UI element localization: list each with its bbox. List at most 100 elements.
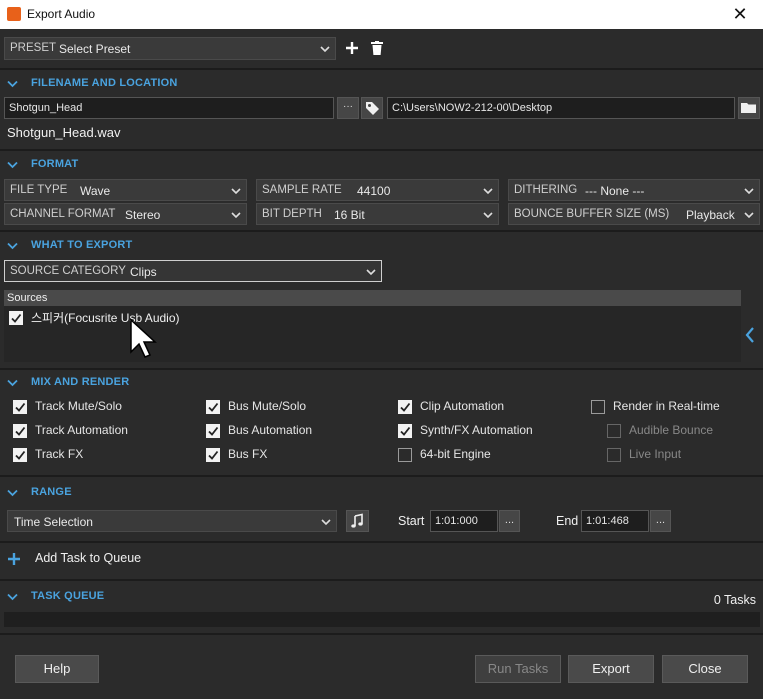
start-more-button[interactable]: ... bbox=[499, 510, 520, 532]
divider bbox=[0, 475, 763, 477]
mix-option-checkbox[interactable] bbox=[13, 424, 27, 438]
divider bbox=[0, 230, 763, 232]
file-type-value: Wave bbox=[80, 184, 111, 198]
section-title: MIX AND RENDER bbox=[31, 376, 130, 388]
range-mode-dropdown[interactable]: Time Selection bbox=[7, 510, 337, 532]
bounce-buffer-value: Playback bbox=[686, 208, 735, 222]
sample-rate-label: SAMPLE RATE bbox=[262, 184, 342, 196]
source-checkbox[interactable] bbox=[9, 311, 23, 325]
section-title: WHAT TO EXPORT bbox=[31, 239, 133, 251]
sample-rate-value: 44100 bbox=[357, 184, 391, 198]
plus-icon bbox=[8, 553, 20, 565]
source-category-label: SOURCE CATEGORY bbox=[10, 265, 126, 277]
file-type-label: FILE TYPE bbox=[10, 184, 68, 196]
section-what-to-export-header[interactable]: WHAT TO EXPORT bbox=[0, 235, 763, 257]
check-icon bbox=[15, 450, 26, 460]
window-close-button[interactable]: ✕ bbox=[717, 0, 763, 29]
source-category-value: Clips bbox=[130, 265, 157, 279]
end-time-input[interactable]: 1:01:468 bbox=[581, 510, 649, 532]
mix-option-checkbox[interactable] bbox=[398, 448, 412, 462]
chevron-down-icon bbox=[483, 188, 493, 195]
sample-rate-dropdown[interactable]: SAMPLE RATE 44100 bbox=[256, 179, 499, 201]
mix-option-checkbox[interactable] bbox=[13, 400, 27, 414]
divider bbox=[0, 633, 763, 635]
preset-label: PRESET bbox=[10, 42, 57, 54]
export-dialog: PRESET Select Preset FILENAME AND LOCATI… bbox=[0, 29, 763, 699]
filename-more-button[interactable]: ··· bbox=[337, 97, 359, 119]
divider bbox=[0, 541, 763, 543]
chevron-down-icon bbox=[7, 379, 18, 387]
source-category-dropdown[interactable]: SOURCE CATEGORY Clips bbox=[4, 260, 382, 282]
section-title: FILENAME AND LOCATION bbox=[31, 77, 178, 89]
channel-format-label: CHANNEL FORMAT bbox=[10, 208, 116, 220]
mix-option-checkbox bbox=[607, 424, 621, 438]
run-tasks-button[interactable]: Run Tasks bbox=[475, 655, 561, 683]
mix-option-label: Clip Automation bbox=[420, 399, 505, 413]
range-mode-value: Time Selection bbox=[14, 515, 93, 529]
mouse-cursor-icon bbox=[130, 318, 157, 358]
bit-depth-value: 16 Bit bbox=[334, 208, 365, 222]
divider bbox=[0, 149, 763, 151]
add-task-button[interactable]: Add Task to Queue bbox=[0, 546, 763, 572]
section-task-queue-header[interactable]: TASK QUEUE bbox=[0, 586, 763, 608]
filename-input[interactable]: Shotgun_Head bbox=[4, 97, 334, 119]
mix-option-checkbox[interactable] bbox=[206, 400, 220, 414]
chevron-down-icon bbox=[483, 212, 493, 219]
window-title: Export Audio bbox=[27, 7, 96, 21]
mix-option-label: Bus Automation bbox=[228, 423, 313, 437]
divider bbox=[0, 579, 763, 581]
snap-to-music-button[interactable] bbox=[346, 510, 369, 532]
mix-option-checkbox[interactable] bbox=[206, 448, 220, 462]
divider bbox=[0, 68, 763, 70]
close-button[interactable]: Close bbox=[662, 655, 748, 683]
end-label: End bbox=[556, 514, 579, 528]
trash-icon[interactable] bbox=[371, 41, 383, 55]
bit-depth-dropdown[interactable]: BIT DEPTH 16 Bit bbox=[256, 203, 499, 225]
path-input[interactable]: C:\Users\NOW2-212-00\Desktop bbox=[387, 97, 735, 119]
channel-format-dropdown[interactable]: CHANNEL FORMAT Stereo bbox=[4, 203, 247, 225]
add-preset-icon[interactable] bbox=[345, 41, 359, 55]
browse-folder-button[interactable] bbox=[738, 97, 760, 119]
start-time-input[interactable]: 1:01:000 bbox=[430, 510, 498, 532]
help-button[interactable]: Help bbox=[15, 655, 99, 683]
section-mix-render-header[interactable]: MIX AND RENDER bbox=[0, 372, 763, 394]
preset-dropdown[interactable]: PRESET Select Preset bbox=[4, 37, 336, 60]
mix-option-label: 64-bit Engine bbox=[420, 447, 491, 461]
mix-option-checkbox[interactable] bbox=[398, 424, 412, 438]
mix-option-label: Audible Bounce bbox=[629, 423, 714, 437]
section-title: FORMAT bbox=[31, 158, 79, 170]
tag-button[interactable] bbox=[361, 97, 383, 119]
mix-option-checkbox[interactable] bbox=[591, 400, 605, 414]
section-format-header[interactable]: FORMAT bbox=[0, 154, 763, 176]
chevron-down-icon bbox=[320, 46, 330, 53]
mix-option-label: Bus Mute/Solo bbox=[228, 399, 307, 413]
section-filename-header[interactable]: FILENAME AND LOCATION bbox=[0, 73, 763, 95]
bounce-buffer-dropdown[interactable]: BOUNCE BUFFER SIZE (MS) Playback bbox=[508, 203, 760, 225]
check-icon bbox=[11, 313, 22, 323]
chevron-down-icon bbox=[744, 188, 754, 195]
export-button[interactable]: Export bbox=[568, 655, 654, 683]
music-note-icon bbox=[351, 513, 363, 528]
dithering-value: --- None --- bbox=[585, 184, 645, 198]
mix-option-checkbox[interactable] bbox=[206, 424, 220, 438]
chevron-down-icon bbox=[7, 489, 18, 497]
check-icon bbox=[400, 426, 411, 436]
mix-option-checkbox[interactable] bbox=[398, 400, 412, 414]
mix-option-checkbox[interactable] bbox=[13, 448, 27, 462]
mix-option-label: Live Input bbox=[629, 447, 682, 461]
list-item[interactable]: 스피커(Focusrite Usb Audio) bbox=[4, 308, 741, 328]
mix-option-label: Track FX bbox=[35, 447, 84, 461]
chevron-down-icon bbox=[7, 80, 18, 88]
section-title: RANGE bbox=[31, 486, 72, 498]
add-task-label: Add Task to Queue bbox=[35, 551, 142, 565]
chevron-down-icon bbox=[231, 188, 241, 195]
file-type-dropdown[interactable]: FILE TYPE Wave bbox=[4, 179, 247, 201]
title-bar: Export Audio ✕ bbox=[0, 0, 763, 29]
collapse-panel-icon[interactable] bbox=[744, 326, 756, 344]
check-icon bbox=[15, 402, 26, 412]
end-more-button[interactable]: ... bbox=[650, 510, 671, 532]
dithering-dropdown[interactable]: DITHERING --- None --- bbox=[508, 179, 760, 201]
section-range-header[interactable]: RANGE bbox=[0, 482, 763, 504]
check-icon bbox=[208, 402, 219, 412]
mix-option-label: Synth/FX Automation bbox=[420, 423, 533, 437]
